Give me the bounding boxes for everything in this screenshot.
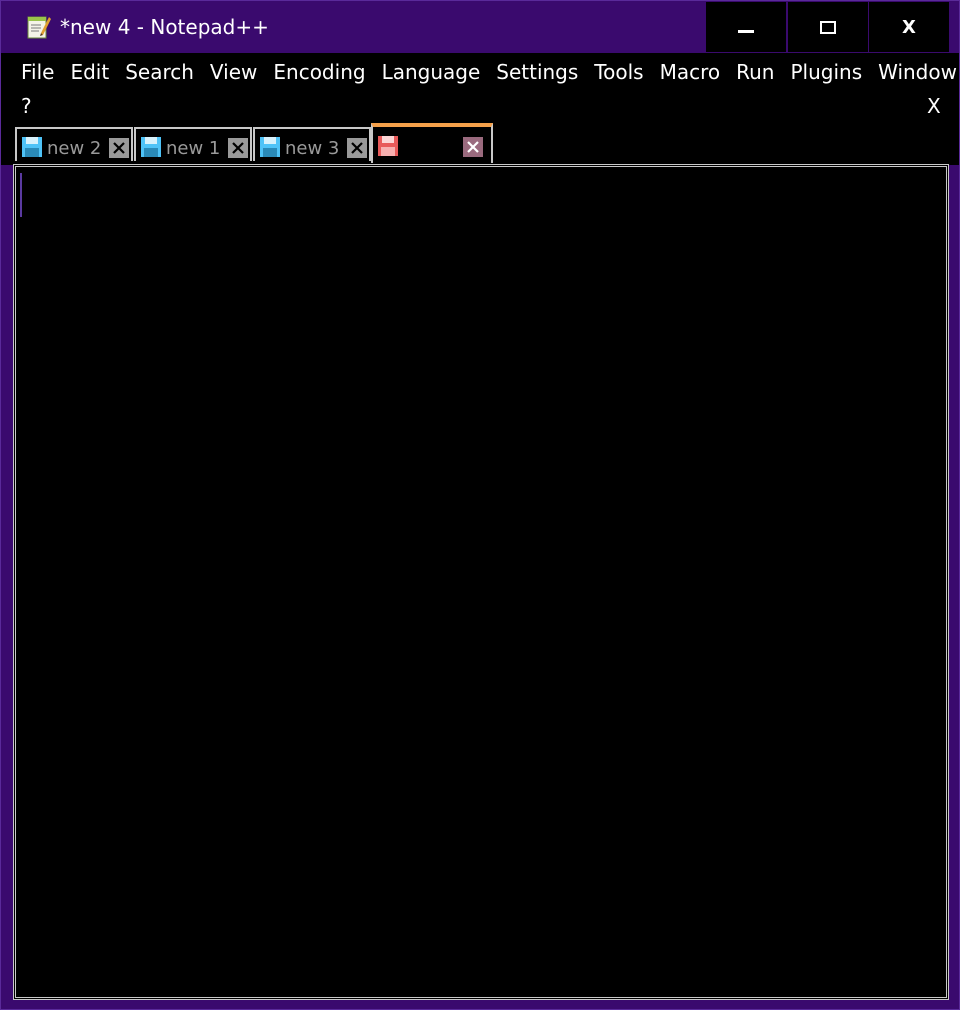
close-icon: [467, 141, 479, 153]
tab-bar: new 2 new 1 new 3: [1, 123, 959, 165]
close-icon: [351, 142, 363, 154]
minimize-button[interactable]: [706, 2, 786, 52]
menu-view[interactable]: View: [202, 59, 265, 85]
tab-new-4-active[interactable]: [371, 123, 493, 163]
close-window-button[interactable]: X: [869, 2, 949, 52]
menu-bar: File Edit Search View Encoding Language …: [1, 53, 959, 125]
tab-label: new 2: [47, 138, 102, 159]
text-caret: [20, 173, 22, 217]
tab-new-2[interactable]: new 2: [15, 127, 133, 161]
close-document-button[interactable]: X: [927, 93, 941, 119]
menu-window[interactable]: Window: [870, 59, 960, 85]
menu-settings[interactable]: Settings: [488, 59, 586, 85]
minimize-icon: [738, 29, 754, 33]
menu-file[interactable]: File: [13, 59, 62, 85]
notepadpp-app-icon: [27, 16, 51, 39]
close-icon: [232, 142, 244, 154]
maximize-button[interactable]: [788, 2, 868, 52]
menu-tools[interactable]: Tools: [586, 59, 651, 85]
saved-disk-icon: [260, 137, 280, 157]
window-title: *new 4 - Notepad++: [60, 15, 269, 39]
menu-encoding[interactable]: Encoding: [265, 59, 373, 85]
tab-new-3[interactable]: new 3: [253, 127, 371, 161]
menu-edit[interactable]: Edit: [62, 59, 117, 85]
menu-search[interactable]: Search: [117, 59, 202, 85]
tab-label: new 1: [166, 138, 221, 159]
tab-close-button[interactable]: [228, 138, 248, 158]
notepadpp-window: *new 4 - Notepad++ X File Edit Search Vi…: [0, 0, 960, 1010]
tab-close-button[interactable]: [109, 138, 129, 158]
close-icon: X: [902, 16, 916, 38]
menu-row: File Edit Search View Encoding Language …: [13, 59, 960, 85]
maximize-icon: [820, 20, 836, 34]
menu-macro[interactable]: Macro: [652, 59, 729, 85]
tab-close-button[interactable]: [463, 137, 483, 157]
tab-new-1[interactable]: new 1: [134, 127, 252, 161]
menu-plugins[interactable]: Plugins: [782, 59, 870, 85]
title-bar[interactable]: *new 4 - Notepad++ X: [1, 1, 959, 53]
menu-help[interactable]: ?: [21, 93, 32, 119]
tab-label: new 3: [285, 138, 340, 159]
editor-text-area[interactable]: [13, 164, 949, 1000]
unsaved-disk-icon: [378, 136, 398, 156]
menu-run[interactable]: Run: [728, 59, 782, 85]
saved-disk-icon: [141, 137, 161, 157]
saved-disk-icon: [22, 137, 42, 157]
close-icon: [113, 142, 125, 154]
tab-close-button[interactable]: [347, 138, 367, 158]
menu-language[interactable]: Language: [374, 59, 489, 85]
